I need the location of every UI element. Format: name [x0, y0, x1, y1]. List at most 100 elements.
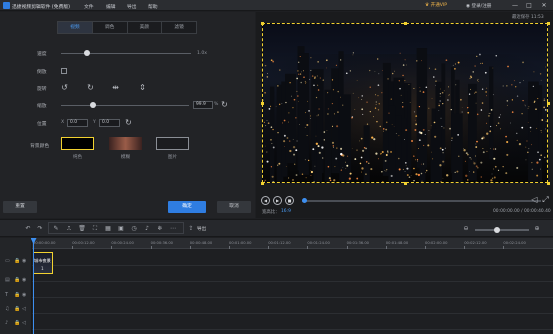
play-button[interactable]: ▶ — [273, 196, 282, 205]
city-light — [332, 145, 335, 147]
playhead[interactable] — [33, 238, 34, 334]
tab-color[interactable]: 调色 — [93, 22, 128, 33]
redo-icon[interactable]: ↷ — [36, 225, 44, 233]
menu-edit[interactable]: 编辑 — [106, 3, 116, 10]
resize-handle[interactable] — [260, 21, 264, 25]
speaker-icon[interactable]: ◁ — [22, 320, 26, 326]
export-button[interactable]: 导出 — [197, 226, 206, 232]
scale-slider[interactable] — [61, 104, 189, 106]
menu-file[interactable]: 文件 — [84, 3, 94, 10]
prev-frame-button[interactable]: ◀ — [261, 196, 270, 205]
lock-icon[interactable]: 🔒 — [14, 258, 20, 264]
menu-export[interactable]: 导出 — [127, 3, 137, 10]
ok-button[interactable]: 确定 — [168, 201, 206, 213]
music-track[interactable] — [32, 298, 553, 314]
city-light — [294, 163, 296, 165]
login-button[interactable]: ◉ 登录/注册 — [466, 3, 491, 9]
overlay-track[interactable] — [32, 266, 553, 282]
eye-icon[interactable]: ◉ — [22, 277, 26, 283]
reverse-checkbox[interactable] — [61, 67, 67, 74]
export-icon[interactable]: ⇪ — [187, 225, 195, 233]
lock-icon[interactable]: 🔒 — [14, 306, 20, 312]
flip-horizontal-icon[interactable]: ⇹ — [111, 83, 120, 92]
close-button[interactable]: ✕ — [539, 1, 549, 10]
undo-icon[interactable]: ↶ — [24, 225, 32, 233]
fullscreen-icon[interactable]: ⤢ — [541, 195, 550, 204]
city-light — [346, 155, 349, 157]
eye-icon[interactable]: ◉ — [22, 258, 26, 264]
playback-progress[interactable] — [302, 200, 541, 202]
city-light — [390, 98, 392, 100]
building-shape — [528, 81, 539, 182]
zoom-out-icon[interactable]: ⊖ — [462, 225, 470, 233]
resize-handle[interactable] — [260, 181, 264, 185]
eye-icon[interactable]: ◉ — [22, 292, 26, 298]
tab-beauty[interactable]: 美颜 — [128, 22, 163, 33]
more-icon[interactable]: ⋯ — [169, 225, 177, 233]
lock-icon[interactable]: 🔒 — [14, 292, 20, 298]
menu-help[interactable]: 帮助 — [148, 3, 158, 10]
position-x-input[interactable]: 0.0 — [67, 119, 88, 127]
aspect-ratio-value[interactable]: 16:9 — [281, 209, 291, 214]
resize-handle[interactable] — [546, 21, 550, 25]
background-solid-swatch[interactable] — [61, 137, 94, 150]
city-light — [425, 169, 428, 172]
timeline-zoom-knob[interactable] — [493, 226, 500, 233]
flip-vertical-icon[interactable]: ⇕ — [138, 83, 147, 92]
city-light — [545, 121, 547, 123]
tab-video[interactable]: 视频 — [58, 22, 93, 33]
speaker-icon[interactable]: ◁ — [22, 306, 26, 312]
timeline-zoom-slider[interactable] — [475, 229, 529, 231]
building-shape — [285, 73, 296, 164]
video-track[interactable] — [32, 250, 553, 266]
city-light — [488, 115, 490, 117]
resize-handle[interactable] — [403, 21, 407, 25]
rotate-left-icon[interactable]: ↺ — [60, 83, 69, 92]
position-y-input[interactable]: 0.0 — [99, 119, 120, 127]
lock-icon[interactable]: 🔒 — [14, 277, 20, 283]
resize-handle[interactable] — [260, 101, 264, 105]
scale-input[interactable]: 99.9 — [193, 101, 213, 109]
city-light — [342, 154, 345, 157]
playback-progress-knob[interactable] — [301, 198, 307, 203]
video-preview[interactable] — [262, 23, 548, 183]
microphone-icon[interactable]: ♪ — [143, 225, 151, 233]
speed-slider[interactable] — [61, 52, 191, 54]
scale-reset-icon[interactable]: ↻ — [220, 100, 229, 109]
city-light — [486, 87, 488, 89]
rotate-right-icon[interactable]: ↻ — [86, 83, 95, 92]
cancel-button[interactable]: 取消 — [217, 201, 251, 213]
city-light — [545, 128, 546, 130]
zoom-in-icon[interactable]: ⊕ — [533, 225, 541, 233]
vip-button[interactable]: ♛ 开通VIP — [425, 2, 447, 8]
freeze-icon[interactable]: ❄ — [156, 225, 164, 233]
frame-icon[interactable]: ▣ — [117, 225, 125, 233]
split-icon[interactable]: ⎍ — [65, 225, 73, 233]
crop-icon[interactable]: ⛶ — [91, 225, 99, 233]
city-light — [467, 106, 469, 109]
volume-icon[interactable]: ◁ — [530, 195, 539, 204]
tab-filter[interactable]: 滤镜 — [162, 22, 196, 33]
audio-track[interactable] — [32, 314, 553, 330]
lock-icon[interactable]: 🔒 — [14, 320, 20, 326]
city-light — [500, 114, 501, 116]
city-light — [536, 127, 538, 129]
city-light — [533, 100, 536, 103]
resize-handle[interactable] — [546, 181, 550, 185]
background-blur-swatch[interactable] — [109, 137, 142, 150]
stop-button[interactable]: ■ — [285, 196, 294, 205]
minimize-button[interactable]: — — [510, 1, 520, 10]
mosaic-icon[interactable]: ▦ — [104, 225, 112, 233]
maximize-button[interactable]: □ — [524, 1, 534, 10]
text-track[interactable] — [32, 282, 553, 298]
background-image-swatch[interactable] — [156, 137, 189, 150]
pencil-icon[interactable]: ✎ — [52, 225, 60, 233]
city-light — [502, 165, 504, 168]
resize-handle[interactable] — [546, 101, 550, 105]
resize-handle[interactable] — [403, 181, 407, 185]
city-light — [420, 172, 423, 175]
delete-icon[interactable]: 🗑 — [78, 225, 86, 233]
reset-button[interactable]: 重置 — [3, 201, 37, 213]
position-reset-icon[interactable]: ↻ — [124, 118, 133, 127]
clock-icon[interactable]: ◷ — [130, 225, 138, 233]
